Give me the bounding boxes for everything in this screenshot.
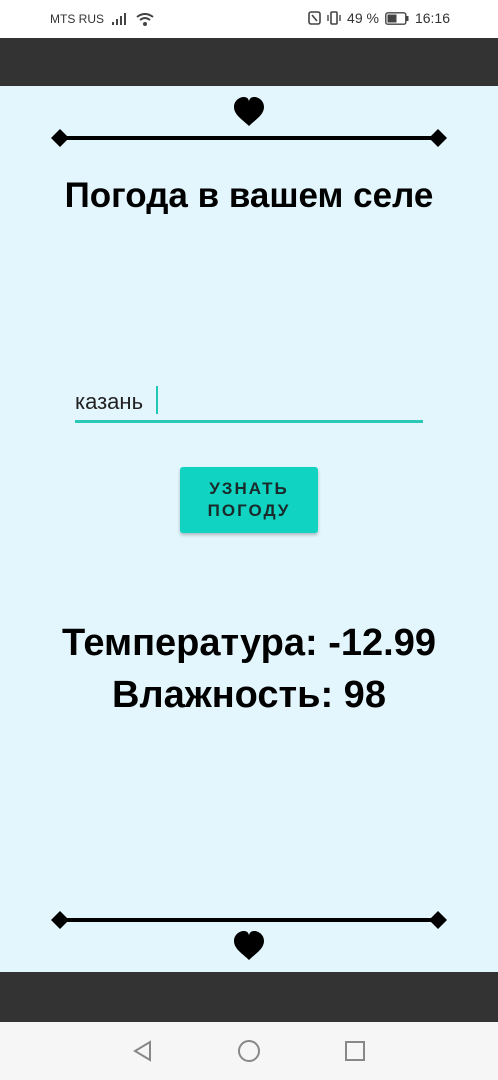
bottom-bar: [0, 972, 498, 1022]
heart-icon: [234, 931, 264, 960]
carrier-label: MTS RUS: [50, 12, 104, 26]
city-input[interactable]: [75, 384, 423, 423]
battery-icon: [385, 11, 409, 25]
system-nav-bar: [0, 1022, 498, 1080]
clock: 16:16: [414, 10, 450, 26]
page-title: Погода в вашем селе: [64, 176, 434, 215]
nfc-icon: [308, 11, 321, 25]
humidity-label: Влажность: 98: [112, 674, 386, 716]
heart-icon: [234, 97, 264, 126]
main-content: Погода в вашем селе УЗНАТЬ ПОГОДУ Темпер…: [0, 86, 498, 972]
home-icon[interactable]: [236, 1038, 262, 1064]
temperature-label: Температура: -12.99: [62, 622, 436, 664]
action-bar: [0, 38, 498, 86]
get-weather-button[interactable]: УЗНАТЬ ПОГОДУ: [180, 467, 318, 533]
status-bar: MTS RUS 49 % 16:16: [0, 0, 498, 38]
back-icon[interactable]: [130, 1038, 156, 1064]
top-ornament: [51, 97, 447, 147]
signal-icon: [112, 13, 126, 25]
recents-icon[interactable]: [342, 1038, 368, 1064]
battery-percent: 49 %: [347, 10, 379, 26]
wifi-icon: [136, 12, 154, 26]
vibrate-icon: [327, 11, 341, 25]
text-cursor: [156, 386, 158, 414]
bottom-ornament: [51, 911, 447, 960]
